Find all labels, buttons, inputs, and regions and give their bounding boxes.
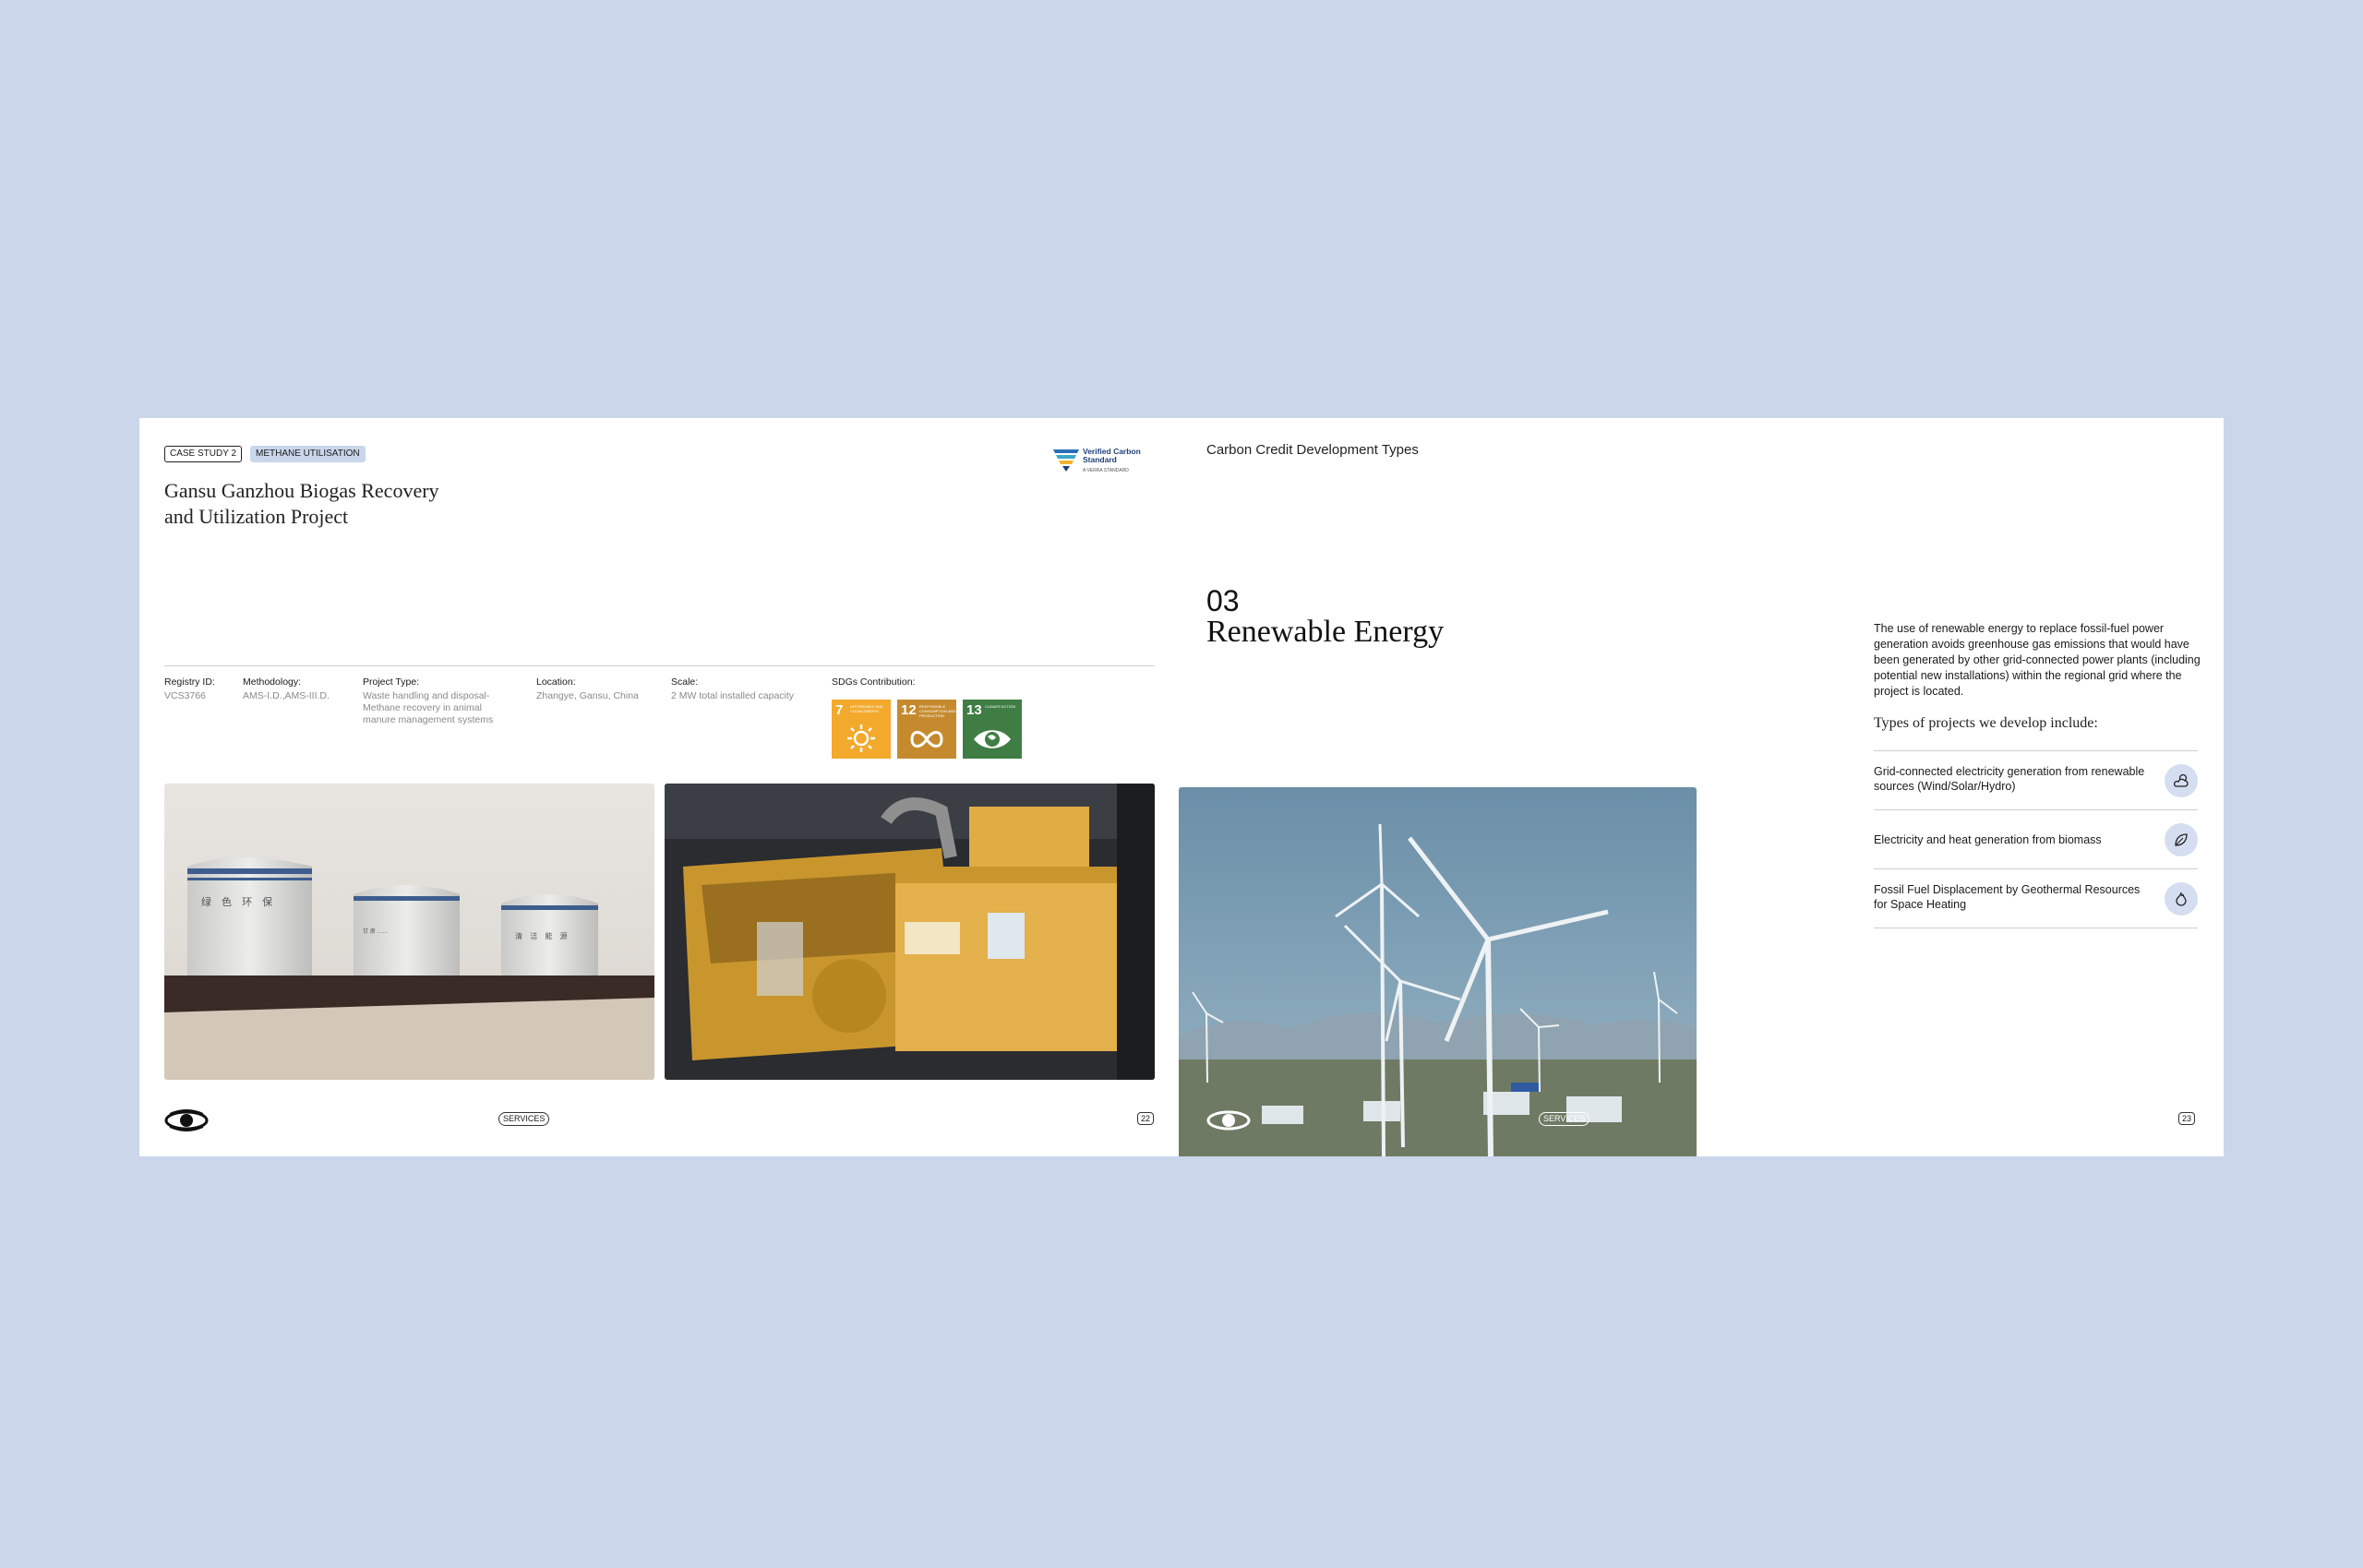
sdg-12-badge: 12 RESPONSIBLE CONSUMPTION AND PRODUCTIO… bbox=[897, 700, 956, 759]
sun-icon bbox=[847, 724, 875, 752]
project-title: Gansu Ganzhou Biogas Recovery and Utiliz… bbox=[164, 479, 439, 528]
section-title: Renewable Energy bbox=[1206, 615, 1445, 649]
vcs-logo: Verified Carbon Standard A VERRA STANDAR… bbox=[1053, 448, 1164, 475]
tank-label: 清 洁 能 源 bbox=[515, 932, 570, 940]
meta-location: Location: Zhangye, Gansu, China bbox=[536, 676, 639, 701]
section-description: The use of renewable energy to replace f… bbox=[1874, 622, 2201, 698]
infinity-icon bbox=[910, 731, 943, 748]
meta-registry: Registry ID: VCS3766 bbox=[164, 676, 215, 701]
flame-icon bbox=[2176, 892, 2187, 906]
sdg-7-badge: 7 AFFORDABLE AND CLEAN ENERGY bbox=[832, 700, 891, 759]
meta-scale: Scale: 2 MW total installed capacity bbox=[671, 676, 795, 701]
sun-cloud-icon bbox=[2173, 773, 2189, 787]
page-header: Carbon Credit Development Types bbox=[1206, 442, 1419, 458]
divider bbox=[164, 665, 1155, 666]
meta-project-type: Project Type: Waste handling and disposa… bbox=[363, 676, 494, 725]
tank-label: 绿 色 环 保 bbox=[201, 897, 277, 908]
biogas-tanks-photo: 绿 色 环 保 甘 肃 …… 清 洁 能 源 bbox=[164, 784, 654, 1080]
sdg-13-badge: 13 CLIMATE ACTION bbox=[963, 700, 1022, 759]
meta-methodology: Methodology: AMS-I.D.,AMS-III.D. bbox=[243, 676, 330, 701]
list-item: Grid-connected electricity generation fr… bbox=[1874, 750, 2198, 810]
page-number: 22 bbox=[1137, 1112, 1155, 1125]
company-logo-icon bbox=[164, 1109, 209, 1131]
section-pill: SERVICES bbox=[498, 1112, 550, 1126]
tank-label: 甘 肃 …… bbox=[363, 929, 389, 935]
eye-globe-icon bbox=[974, 730, 1011, 748]
list-item: Fossil Fuel Displacement by Geothermal R… bbox=[1874, 868, 2198, 928]
case-study-tag: CASE STUDY 2 bbox=[164, 446, 243, 462]
company-logo-icon bbox=[1206, 1110, 1251, 1131]
page-number: 23 bbox=[2178, 1112, 2196, 1125]
list-item: Electricity and heat generation from bio… bbox=[1874, 809, 2198, 869]
meta-sdgs: SDGs Contribution: bbox=[832, 676, 916, 688]
types-heading: Types of projects we develop include: bbox=[1874, 715, 2098, 731]
brochure-spread: CASE STUDY 2 METHANE UTILISATION Gansu G… bbox=[139, 418, 2224, 1156]
generator-photo bbox=[665, 784, 1155, 1080]
wind-farm-photo: SERVICES bbox=[1179, 787, 1697, 1156]
section-number: 03 bbox=[1206, 584, 1240, 617]
vcs-mark-icon bbox=[1053, 449, 1079, 472]
section-pill: SERVICES bbox=[1539, 1112, 1590, 1126]
category-tag: METHANE UTILISATION bbox=[250, 446, 366, 462]
leaf-icon bbox=[2175, 833, 2188, 846]
